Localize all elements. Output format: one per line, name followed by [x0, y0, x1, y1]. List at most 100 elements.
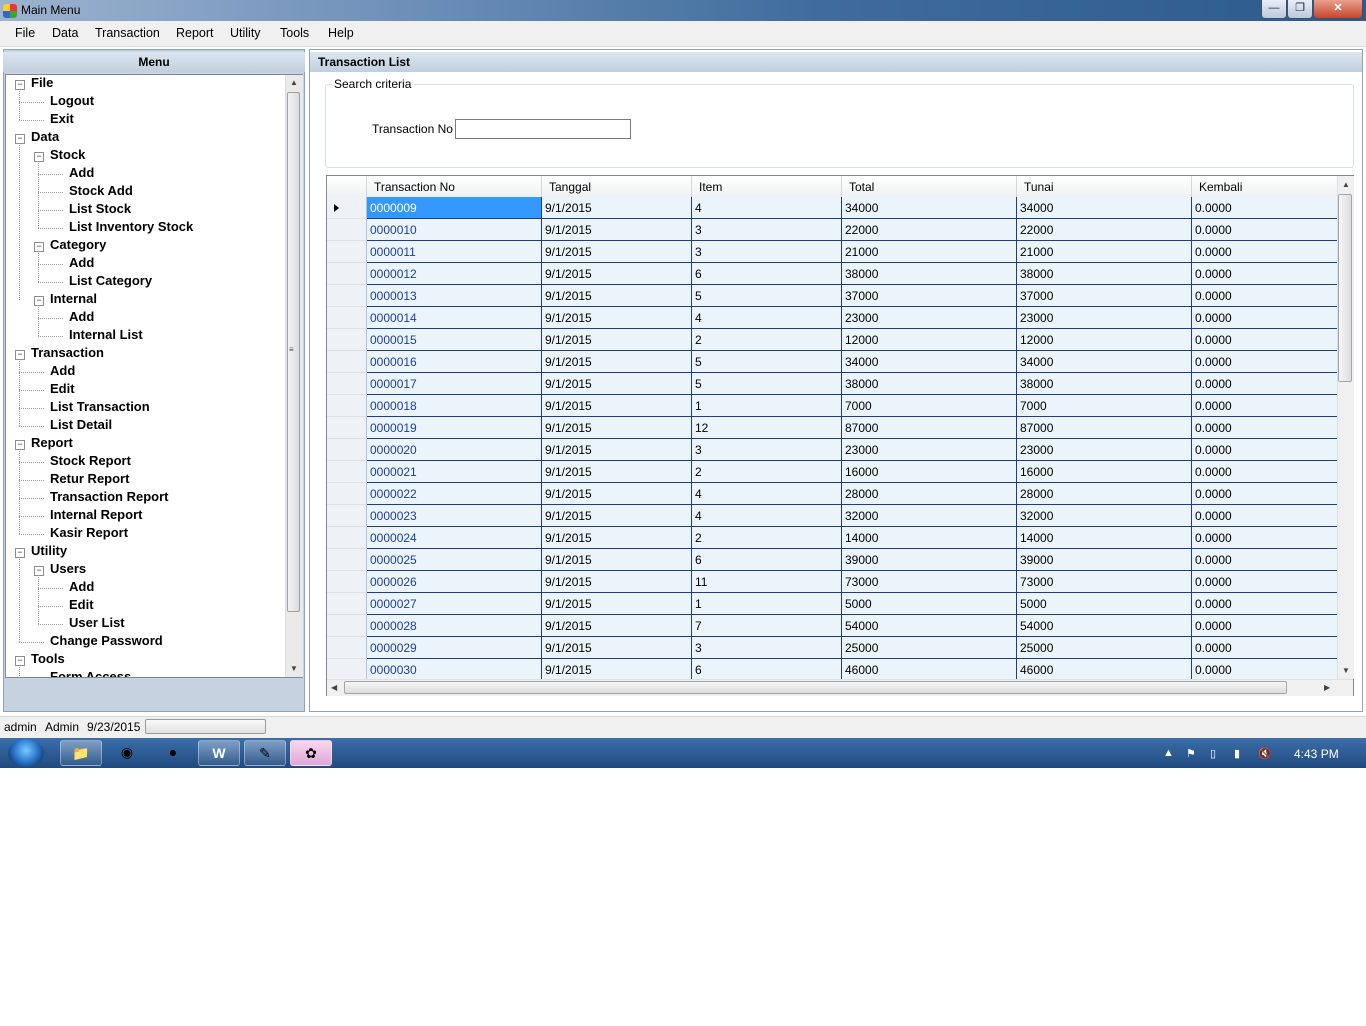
menu-utility[interactable]: Utility: [230, 26, 261, 40]
tree-expander-icon[interactable]: −: [15, 80, 25, 90]
tree-expander-icon[interactable]: −: [15, 134, 25, 144]
cell-tunai[interactable]: 16000: [1017, 461, 1192, 483]
cell-tanggal[interactable]: 9/1/2015: [542, 373, 692, 395]
cell-kembali[interactable]: 0.0000: [1192, 219, 1342, 241]
row-header[interactable]: [327, 439, 367, 461]
row-header[interactable]: [327, 659, 367, 681]
column-header-tunai[interactable]: Tunai: [1017, 176, 1192, 197]
tree-item-add[interactable]: Add: [50, 363, 75, 378]
tree-item-report[interactable]: Report: [31, 435, 73, 450]
tree-item-list-stock[interactable]: List Stock: [69, 201, 131, 216]
grid-horizontal-scroll-thumb[interactable]: [344, 681, 1287, 694]
cell-transaction-no[interactable]: 0000029: [367, 637, 542, 659]
cell-transaction-no[interactable]: 0000019: [367, 417, 542, 439]
cell-item[interactable]: 1: [692, 593, 842, 615]
table-row[interactable]: 0000010 9/1/2015 3 22000 22000 0.0000: [327, 219, 1342, 241]
cell-item[interactable]: 5: [692, 373, 842, 395]
cell-kembali[interactable]: 0.0000: [1192, 637, 1342, 659]
cell-item[interactable]: 6: [692, 549, 842, 571]
cell-tunai[interactable]: 34000: [1017, 197, 1192, 219]
maximize-button[interactable]: ❐: [1287, 0, 1313, 19]
tree-expander-icon[interactable]: −: [15, 548, 25, 558]
cell-total[interactable]: 38000: [842, 263, 1017, 285]
cell-kembali[interactable]: 0.0000: [1192, 659, 1342, 681]
table-row[interactable]: 0000013 9/1/2015 5 37000 37000 0.0000: [327, 285, 1342, 307]
tree-item-retur-report[interactable]: Retur Report: [50, 471, 129, 486]
column-header-kembali[interactable]: Kembali: [1192, 176, 1342, 197]
cell-tanggal[interactable]: 9/1/2015: [542, 241, 692, 263]
scroll-up-icon[interactable]: ▲: [1342, 180, 1350, 189]
row-header[interactable]: [327, 549, 367, 571]
table-row[interactable]: 0000011 9/1/2015 3 21000 21000 0.0000: [327, 241, 1342, 263]
row-header[interactable]: [327, 593, 367, 615]
cell-tunai[interactable]: 7000: [1017, 395, 1192, 417]
cell-item[interactable]: 2: [692, 527, 842, 549]
cell-item[interactable]: 11: [692, 571, 842, 593]
cell-kembali[interactable]: 0.0000: [1192, 329, 1342, 351]
tree-item-tools[interactable]: Tools: [31, 651, 65, 666]
cell-tanggal[interactable]: 9/1/2015: [542, 197, 692, 219]
cell-transaction-no[interactable]: 0000030: [367, 659, 542, 681]
scroll-down-icon[interactable]: ▼: [1342, 666, 1350, 675]
menu-tree[interactable]: − File Logout Exit − Data − Stock Add Stock Add Li…: [5, 74, 303, 678]
cell-tunai[interactable]: 46000: [1017, 659, 1192, 681]
tree-item-list-transaction[interactable]: List Transaction: [50, 399, 150, 414]
cell-tanggal[interactable]: 9/1/2015: [542, 219, 692, 241]
row-header[interactable]: [327, 395, 367, 417]
table-row[interactable]: 0000028 9/1/2015 7 54000 54000 0.0000: [327, 615, 1342, 637]
row-header[interactable]: [327, 417, 367, 439]
cell-transaction-no[interactable]: 0000014: [367, 307, 542, 329]
cell-kembali[interactable]: 0.0000: [1192, 593, 1342, 615]
cell-tunai[interactable]: 22000: [1017, 219, 1192, 241]
tree-item-category[interactable]: Category: [50, 237, 106, 252]
cell-total[interactable]: 73000: [842, 571, 1017, 593]
table-row[interactable]: 0000015 9/1/2015 2 12000 12000 0.0000: [327, 329, 1342, 351]
file-explorer-icon[interactable]: 📁: [60, 740, 102, 766]
cell-kembali[interactable]: 0.0000: [1192, 571, 1342, 593]
cell-tanggal[interactable]: 9/1/2015: [542, 307, 692, 329]
table-row[interactable]: 0000017 9/1/2015 5 38000 38000 0.0000: [327, 373, 1342, 395]
cell-tunai[interactable]: 54000: [1017, 615, 1192, 637]
column-header-item[interactable]: Item: [692, 176, 842, 197]
cell-total[interactable]: 25000: [842, 637, 1017, 659]
cell-tanggal[interactable]: 9/1/2015: [542, 351, 692, 373]
tree-expander-icon[interactable]: −: [34, 566, 44, 576]
tree-item-transaction[interactable]: Transaction: [31, 345, 104, 360]
column-header-total[interactable]: Total: [842, 176, 1017, 197]
cell-transaction-no[interactable]: 0000013: [367, 285, 542, 307]
tree-item-internal-report[interactable]: Internal Report: [50, 507, 142, 522]
cell-kembali[interactable]: 0.0000: [1192, 461, 1342, 483]
tree-item-data[interactable]: Data: [31, 129, 59, 144]
tree-item-list-detail[interactable]: List Detail: [50, 417, 112, 432]
cell-total[interactable]: 34000: [842, 351, 1017, 373]
volume-muted-icon[interactable]: 🔇: [1258, 747, 1272, 760]
cell-transaction-no[interactable]: 0000028: [367, 615, 542, 637]
table-row[interactable]: 0000012 9/1/2015 6 38000 38000 0.0000: [327, 263, 1342, 285]
table-row[interactable]: 0000029 9/1/2015 3 25000 25000 0.0000: [327, 637, 1342, 659]
cell-kembali[interactable]: 0.0000: [1192, 351, 1342, 373]
cell-item[interactable]: 5: [692, 285, 842, 307]
cell-item[interactable]: 7: [692, 615, 842, 637]
table-row[interactable]: 0000025 9/1/2015 6 39000 39000 0.0000: [327, 549, 1342, 571]
cell-item[interactable]: 3: [692, 439, 842, 461]
paint-icon[interactable]: ✎: [244, 740, 286, 766]
cell-tanggal[interactable]: 9/1/2015: [542, 527, 692, 549]
cell-transaction-no[interactable]: 0000024: [367, 527, 542, 549]
show-hidden-icons-icon[interactable]: ▲: [1163, 747, 1174, 759]
cell-item[interactable]: 2: [692, 329, 842, 351]
cell-kembali[interactable]: 0.0000: [1192, 197, 1342, 219]
cell-item[interactable]: 6: [692, 659, 842, 681]
transaction-no-input[interactable]: [455, 119, 631, 139]
table-row[interactable]: 0000027 9/1/2015 1 5000 5000 0.0000: [327, 593, 1342, 615]
row-header[interactable]: [327, 263, 367, 285]
cell-tunai[interactable]: 21000: [1017, 241, 1192, 263]
cell-kembali[interactable]: 0.0000: [1192, 241, 1342, 263]
column-header-transaction-no[interactable]: Transaction No: [367, 176, 542, 197]
cell-transaction-no[interactable]: 0000027: [367, 593, 542, 615]
cell-kembali[interactable]: 0.0000: [1192, 373, 1342, 395]
grid-vertical-scroll-thumb[interactable]: [1338, 194, 1352, 382]
cell-total[interactable]: 39000: [842, 549, 1017, 571]
tree-expander-icon[interactable]: −: [34, 296, 44, 306]
cell-tunai[interactable]: 87000: [1017, 417, 1192, 439]
row-header[interactable]: [327, 483, 367, 505]
